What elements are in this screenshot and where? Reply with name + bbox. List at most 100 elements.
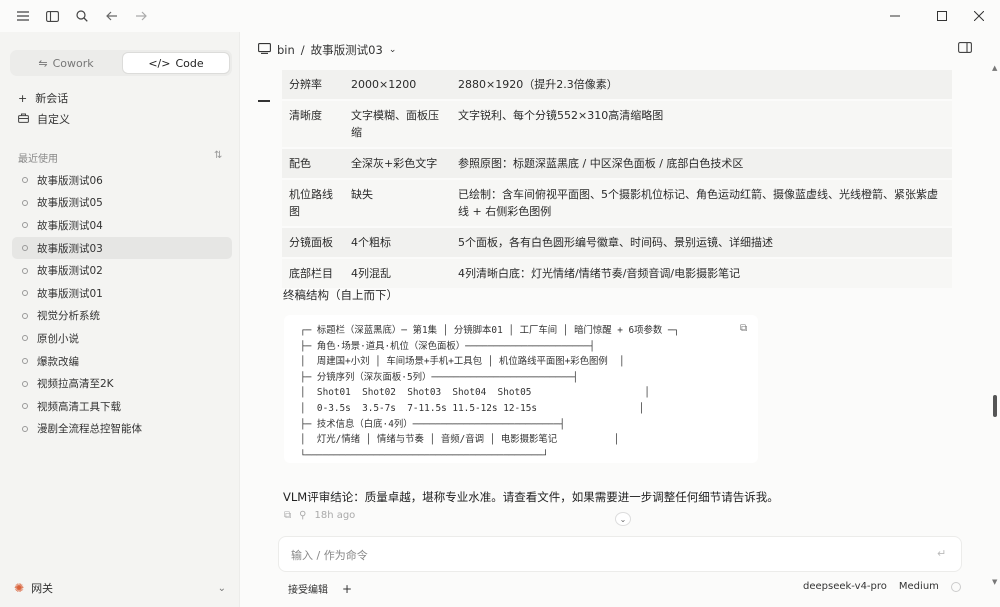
table-cell: 分辨率 bbox=[289, 78, 322, 91]
table-cell: 文字锐利、每个分镜552×310高清缩略图 bbox=[458, 109, 664, 122]
recent-item-label: 故事版测试05 bbox=[37, 197, 103, 210]
project-name[interactable]: 故事版测试03 bbox=[311, 42, 383, 58]
scroll-to-bottom-button[interactable]: ⌄ bbox=[615, 512, 631, 526]
table-cell: 2000×1200 bbox=[351, 78, 417, 91]
composer-footer-right: deepseek-v4-pro Medium bbox=[803, 581, 961, 592]
composer-footer-left: 接受编辑 + bbox=[288, 581, 352, 597]
recent-item[interactable]: 故事版测试01 bbox=[12, 282, 232, 305]
code-line: │ 0-3.5s 3.5-7s 7-11.5s 11.5-12s 12-15s … bbox=[300, 402, 645, 414]
scroll-up-icon[interactable]: ▲ bbox=[992, 64, 997, 72]
recent-item[interactable]: 爆款改编 bbox=[12, 350, 232, 373]
recent-item-label: 故事版测试06 bbox=[37, 174, 103, 187]
cowork-icon: ⇋ bbox=[38, 56, 48, 70]
table-row: 配色 全深灰+彩色文字 参照原图：标题深蓝黑底 / 中区深色面板 / 底部白色技… bbox=[282, 149, 952, 180]
send-icon[interactable]: ↵ bbox=[937, 547, 946, 560]
recent-item[interactable]: 视频拉高清至2K bbox=[12, 372, 232, 395]
forward-arrow-icon[interactable] bbox=[132, 7, 150, 25]
table-cell: 配色 bbox=[289, 157, 311, 170]
session-dot-icon bbox=[22, 312, 28, 319]
recent-item-label: 漫剧全流程总控智能体 bbox=[37, 423, 142, 436]
recent-item-label: 爆款改编 bbox=[37, 355, 79, 368]
recent-item-label: 故事版测试02 bbox=[37, 265, 103, 278]
session-dot-icon bbox=[22, 403, 28, 410]
table-row: 底部栏目 4列混乱 4列清晰白底：灯光情绪/情绪节奏/音频音调/电影摄影笔记 bbox=[282, 259, 952, 290]
panel-layout-icon[interactable] bbox=[958, 42, 972, 56]
scrollbar-thumb[interactable] bbox=[993, 395, 997, 417]
table-cell: 4列清晰白底：灯光情绪/情绪节奏/音频音调/电影摄影笔记 bbox=[458, 267, 741, 280]
recent-item-label: 视觉分析系统 bbox=[37, 310, 100, 323]
recent-item-label: 故事版测试01 bbox=[37, 287, 103, 300]
table-row: 机位路线图 缺失 已绘制：含车间俯视平面图、5个摄影机位标记、角色运动红箭、摄像… bbox=[282, 180, 952, 228]
pin-icon[interactable]: ⚲ bbox=[299, 510, 306, 521]
command-input[interactable] bbox=[291, 546, 911, 564]
table-cell: 全深灰+彩色文字 bbox=[351, 157, 438, 170]
table-cell: 底部栏目 bbox=[289, 267, 333, 280]
recent-item[interactable]: 故事版测试06 bbox=[12, 169, 232, 192]
table-row: 分辨率 2000×1200 2880×1920（提升2.3倍像素） bbox=[282, 70, 952, 101]
recent-item[interactable]: 漫剧全流程总控智能体 bbox=[12, 418, 232, 441]
code-block: ┌─ 标题栏（深蓝黑底）─ 第1集 │ 分镜脚本01 │ 工厂车间 │ 暗门惊醒… bbox=[284, 315, 758, 463]
mode-toggle: ⇋ Cowork </> Code bbox=[10, 50, 232, 76]
recent-item[interactable]: 视频高清工具下载 bbox=[12, 395, 232, 418]
code-mode-button[interactable]: </> Code bbox=[122, 52, 230, 74]
gateway-icon: ✺ bbox=[14, 581, 25, 595]
session-dot-icon bbox=[22, 222, 28, 229]
chevron-down-icon: ⌄ bbox=[217, 582, 226, 594]
code-icon: </> bbox=[148, 56, 171, 70]
comparison-table: 分辨率 2000×1200 2880×1920（提升2.3倍像素） 清晰度 文字… bbox=[282, 70, 952, 290]
gateway-selector[interactable]: ✺ 网关 ⌄ bbox=[14, 578, 226, 598]
scroll-down-icon[interactable]: ▼ bbox=[992, 578, 997, 586]
cowork-label: Cowork bbox=[52, 56, 94, 70]
gateway-label: 网关 bbox=[31, 582, 54, 595]
table-cell: 机位路线图 bbox=[289, 188, 333, 218]
code-line: │ 周建国+小刘 │ 车间场景+手机+工具包 │ 机位路线平面图+彩色图例 │ bbox=[300, 356, 625, 368]
table-cell: 缺失 bbox=[351, 188, 373, 201]
new-session-button[interactable]: + 新会话 bbox=[18, 89, 68, 107]
recent-item[interactable]: 视觉分析系统 bbox=[12, 305, 232, 328]
maximize-icon[interactable] bbox=[933, 7, 951, 25]
accept-edits-button[interactable]: 接受编辑 bbox=[288, 581, 328, 596]
breadcrumb: bin / 故事版测试03 ⌄ bbox=[258, 40, 396, 60]
search-icon[interactable] bbox=[73, 7, 91, 25]
effort-selector[interactable]: Medium bbox=[899, 581, 939, 592]
recent-item-label: 故事版测试03 bbox=[37, 242, 103, 255]
scrollbar[interactable] bbox=[990, 60, 998, 600]
timestamp: 18h ago bbox=[314, 510, 356, 521]
recent-section-label: 最近使用 bbox=[18, 154, 58, 165]
cowork-mode-button[interactable]: ⇋ Cowork bbox=[12, 52, 120, 74]
sidebar: ⇋ Cowork </> Code + 新会话 自定义 最近使用 ⇅ 故事版测试… bbox=[0, 32, 240, 607]
recent-item[interactable]: 故事版测试02 bbox=[12, 259, 232, 282]
add-button[interactable]: + bbox=[342, 582, 352, 596]
session-dot-icon bbox=[22, 199, 28, 206]
composer: ↵ bbox=[278, 536, 962, 572]
menu-icon[interactable] bbox=[14, 7, 32, 25]
context-usage-icon bbox=[950, 581, 961, 592]
code-line: ├─ 技术信息（白底·4列）──────────────────────────… bbox=[300, 418, 565, 430]
recent-item[interactable]: 故事版测试04 bbox=[12, 214, 232, 237]
table-row: 清晰度 文字模糊、面板压缩 文字锐利、每个分镜552×310高清缩略图 bbox=[282, 101, 952, 149]
close-icon[interactable] bbox=[970, 7, 988, 25]
folder-name[interactable]: bin bbox=[277, 43, 295, 57]
code-line: │ Shot01 Shot02 Shot03 Shot04 Shot05 │ bbox=[300, 387, 650, 399]
copy-icon[interactable]: ⧉ bbox=[284, 510, 291, 521]
title-bar bbox=[0, 0, 1000, 32]
chevron-down-icon[interactable]: ⌄ bbox=[389, 45, 397, 55]
filter-icon[interactable]: ⇅ bbox=[214, 150, 222, 161]
recent-item-label: 原创小说 bbox=[37, 332, 79, 345]
minimize-icon[interactable] bbox=[886, 7, 904, 25]
sidebar-toggle-icon[interactable] bbox=[43, 7, 61, 25]
recent-item[interactable]: 故事版测试05 bbox=[12, 192, 232, 215]
session-dot-icon bbox=[22, 380, 28, 387]
assistant-message: VLM评审结论：质量卓越，堪称专业水准。请查看文件，如果需要进一步调整任何细节请… bbox=[283, 490, 779, 504]
model-selector[interactable]: deepseek-v4-pro bbox=[803, 581, 887, 592]
back-arrow-icon[interactable] bbox=[103, 7, 121, 25]
copy-icon[interactable]: ⧉ bbox=[740, 323, 747, 334]
table-row: 分镜面板 4个粗标 5个面板，各有白色圆形编号徽章、时间码、景别运镜、详细描述 bbox=[282, 228, 952, 259]
customize-button[interactable]: 自定义 bbox=[18, 110, 70, 128]
folder-icon bbox=[258, 43, 271, 57]
recent-item[interactable]: 原创小说 bbox=[12, 327, 232, 350]
table-cell: 4列混乱 bbox=[351, 267, 391, 280]
recent-item-active[interactable]: 故事版测试03 bbox=[12, 236, 232, 260]
table-cell: 分镜面板 bbox=[289, 236, 333, 249]
recent-item-label: 故事版测试04 bbox=[37, 219, 103, 232]
